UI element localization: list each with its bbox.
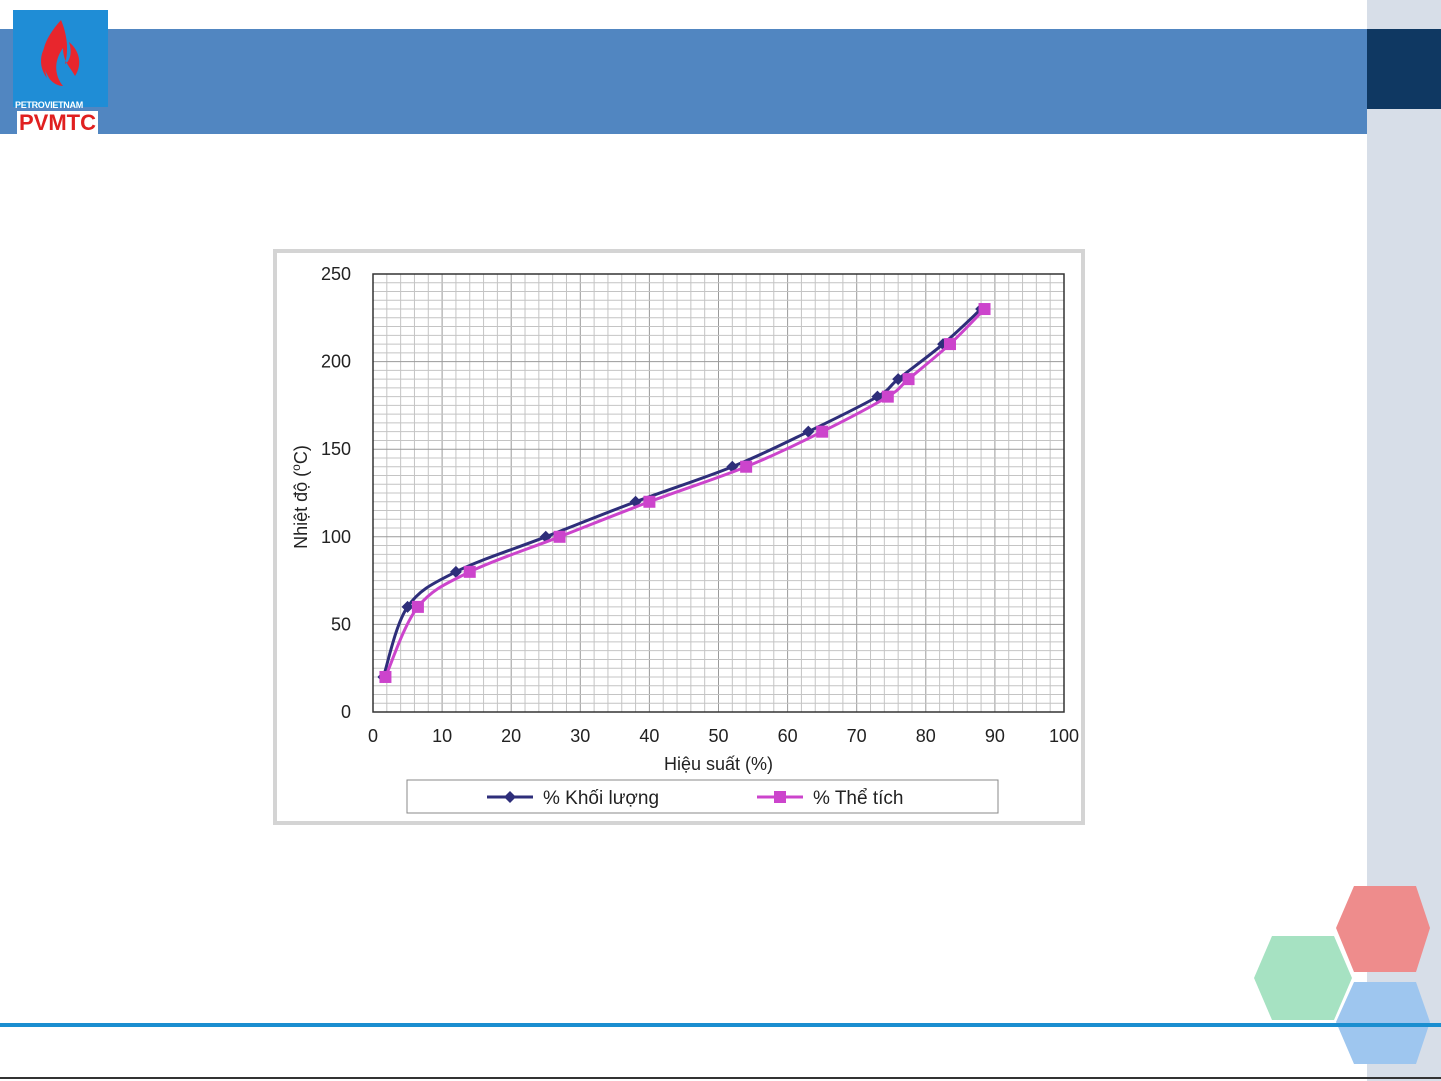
y-axis-label: Nhiệt độ (oC): [289, 445, 311, 549]
y-tick-label: 200: [321, 352, 351, 372]
decorative-hexagons: [1254, 886, 1430, 1064]
series-2-point: [740, 460, 753, 473]
series-2-point: [411, 600, 424, 613]
y-tick-label: 150: [321, 439, 351, 459]
hexagon-green: [1254, 936, 1352, 1020]
chart-legend: % Khối lượng % Thể tích: [406, 779, 999, 814]
x-tick-label: 40: [639, 726, 659, 746]
chart-frame: 0 10 20 30 40 50 60 70 80 90 100 0 50 100 150 200 250 H…: [273, 249, 1085, 825]
y-tick-label: 100: [321, 527, 351, 547]
series-2-point: [881, 390, 894, 403]
legend-marker-2: [774, 791, 786, 803]
y-tick-label: 0: [341, 702, 351, 722]
x-tick-label: 50: [708, 726, 728, 746]
logo-flame-box: PETROVIETNAM: [13, 10, 108, 110]
series-2-point: [902, 373, 915, 386]
y-axis-ticks: 0 50 100 150 200 250: [321, 264, 351, 722]
chart-grid: [372, 273, 1065, 713]
boiling-curve-chart: 0 10 20 30 40 50 60 70 80 90 100 0 50 100 150 200 250 H…: [289, 264, 1079, 814]
y-tick-label: 250: [321, 264, 351, 284]
footer-edge-line: [0, 1077, 1441, 1079]
series-2-point: [463, 565, 476, 578]
series-2-point: [553, 530, 566, 543]
x-tick-label: 30: [570, 726, 590, 746]
series-2-point: [379, 670, 392, 683]
header-banner: [0, 29, 1367, 134]
x-tick-label: 60: [778, 726, 798, 746]
series-2-point: [643, 495, 656, 508]
series-2-point: [816, 425, 829, 438]
header-banner-accent: [1367, 29, 1441, 109]
logo-text: PVMTC: [17, 110, 98, 135]
x-tick-label: 20: [501, 726, 521, 746]
hexagon-red: [1336, 886, 1430, 972]
x-tick-label: 100: [1049, 726, 1079, 746]
flame-icon: [41, 20, 80, 86]
legend-label-1: % Khối lượng: [543, 788, 659, 809]
legend-label-2: % Thể tích: [813, 788, 903, 809]
x-axis-label: Hiệu suất (%): [664, 754, 773, 774]
x-axis-ticks: 0 10 20 30 40 50 60 70 80 90 100: [368, 726, 1079, 746]
x-tick-label: 0: [368, 726, 378, 746]
company-logo: PETROVIETNAM PVMTC: [13, 10, 108, 135]
y-axis-label-unit: C): [291, 445, 311, 464]
y-axis-label-text: Nhiệt độ (: [291, 471, 311, 549]
x-tick-label: 90: [985, 726, 1005, 746]
series-2-point: [978, 303, 991, 316]
y-tick-label: 50: [331, 614, 351, 634]
series-2-point: [943, 338, 956, 351]
x-tick-label: 10: [432, 726, 452, 746]
x-tick-label: 80: [916, 726, 936, 746]
footer-rule: [0, 1023, 1441, 1027]
x-tick-label: 70: [847, 726, 867, 746]
logo-brand-text: PETROVIETNAM: [15, 100, 83, 110]
